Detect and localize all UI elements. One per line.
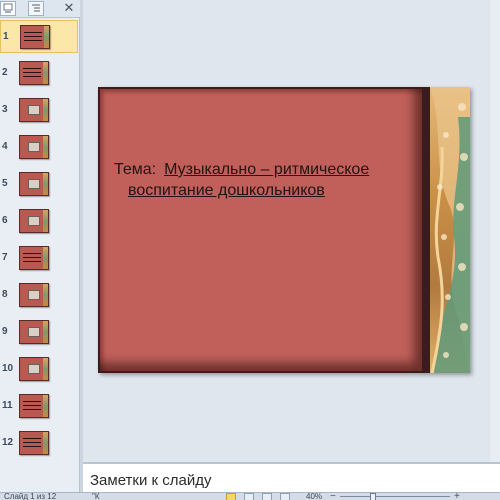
pane-tabs: ✕	[0, 0, 80, 18]
slide[interactable]: Тема: Музыкально – ритмическое воспитание…	[98, 87, 470, 373]
slide-thumbnail-image	[19, 394, 49, 418]
slide-thumbnail-image	[19, 320, 49, 344]
slideshow-button[interactable]	[280, 493, 290, 500]
slide-thumbnail[interactable]: 4	[0, 131, 78, 164]
slide-thumbnail-number: 10	[2, 363, 14, 374]
slide-thumbnail-number: 7	[2, 252, 8, 263]
normal-view-button[interactable]	[226, 493, 236, 500]
slide-thumbnail-image	[19, 209, 49, 233]
slide-thumbnail[interactable]: 11	[0, 390, 78, 423]
slide-thumbnail-number: 5	[2, 178, 8, 189]
slide-thumbnail[interactable]: 12	[0, 427, 78, 460]
status-bar: Слайд 1 из 12 "К 40% − +	[0, 492, 500, 500]
slide-title-placeholder[interactable]: Тема: Музыкально – ритмическое воспитание…	[114, 159, 414, 201]
slide-thumbnail[interactable]: 1	[0, 20, 78, 53]
outline-tab-icon[interactable]	[28, 1, 44, 16]
slide-background: Тема: Музыкально – ритмическое воспитание…	[98, 87, 424, 373]
slide-thumbnail-number: 1	[3, 31, 9, 42]
slide-thumbnail[interactable]: 8	[0, 279, 78, 312]
notes-placeholder[interactable]: Заметки к слайду	[90, 472, 212, 489]
slides-tab-icon[interactable]	[0, 1, 16, 16]
slide-thumbnail-image	[19, 357, 49, 381]
slide-thumbnail-number: 9	[2, 326, 8, 337]
close-icon[interactable]: ✕	[62, 1, 76, 15]
slide-thumbnail[interactable]: 9	[0, 316, 78, 349]
zoom-out-button[interactable]: −	[330, 493, 336, 500]
slide-thumbnail[interactable]: 7	[0, 242, 78, 275]
slide-thumbnail-number: 3	[2, 104, 8, 115]
slide-thumbnail-number: 8	[2, 289, 8, 300]
title-line-2: воспитание дошкольников	[128, 182, 325, 199]
title-line-1: Музыкально – ритмическое	[164, 161, 370, 178]
zoom-level[interactable]: 40%	[306, 493, 322, 500]
decorative-side-image	[424, 87, 470, 373]
slide-thumbnail-image	[19, 61, 49, 85]
slide-thumbnail-number: 11	[2, 400, 13, 411]
slide-thumbnail[interactable]: 6	[0, 205, 78, 238]
slide-thumbnail-image	[19, 246, 49, 270]
slide-thumbnail-image	[19, 172, 49, 196]
slide-thumbnail-image	[19, 431, 49, 455]
slide-thumbnail[interactable]: 2	[0, 57, 78, 90]
notes-pane[interactable]: Заметки к слайду	[83, 462, 500, 492]
slide-thumbnail-number: 4	[2, 141, 8, 152]
zoom-slider-thumb[interactable]	[370, 493, 376, 500]
reading-view-button[interactable]	[262, 493, 272, 500]
slide-counter: Слайд 1 из 12	[4, 492, 57, 500]
slide-thumbnail-number: 12	[2, 437, 14, 448]
slide-editing-area: Тема: Музыкально – ритмическое воспитание…	[83, 0, 500, 462]
title-label: Тема:	[114, 161, 157, 178]
slide-thumbnail[interactable]: 5	[0, 168, 78, 201]
slide-thumbnail-image	[19, 283, 49, 307]
slide-thumbnail-image	[19, 98, 49, 122]
slide-thumbnail[interactable]: 3	[0, 94, 78, 127]
vertical-scrollbar[interactable]	[490, 0, 500, 462]
slide-sorter-button[interactable]	[244, 493, 254, 500]
theme-name[interactable]: "К	[92, 493, 100, 500]
slide-thumbnail-number: 6	[2, 215, 8, 226]
zoom-slider[interactable]	[340, 496, 450, 497]
slides-pane: ✕ 1 2 3 4 5 6 7 8 9 10 11 12	[0, 0, 80, 492]
slide-thumbnail-number: 2	[2, 67, 8, 78]
slide-thumbnail-image	[19, 135, 49, 159]
slide-thumbnail-image	[20, 25, 50, 49]
slide-thumbnail[interactable]: 10	[0, 353, 78, 386]
zoom-in-button[interactable]: +	[454, 493, 460, 500]
